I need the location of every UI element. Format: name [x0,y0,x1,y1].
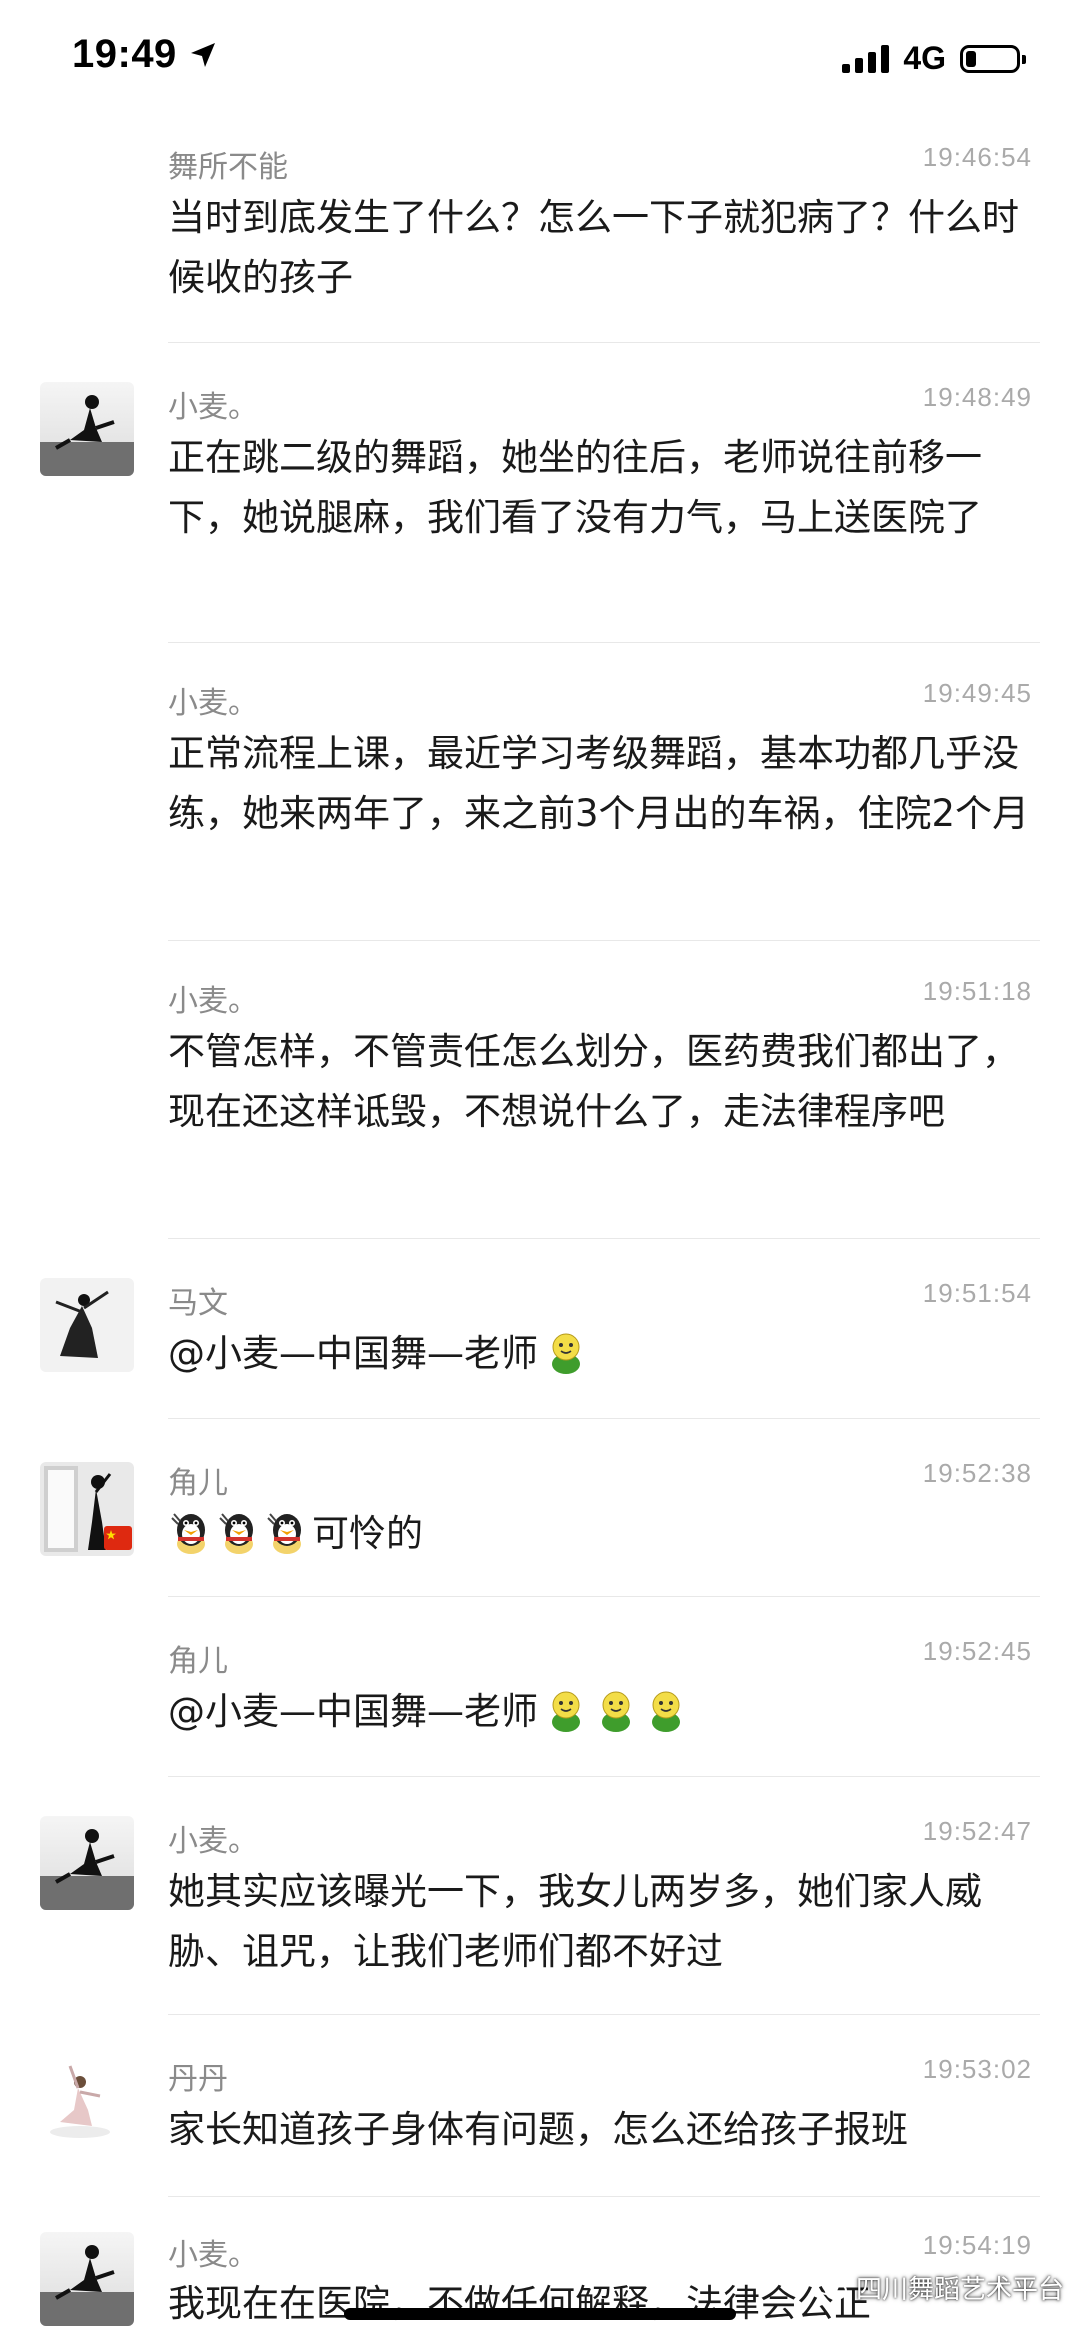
message-text-container: @小麦—中国舞—老师 [168,1682,1038,1742]
avatar[interactable] [40,2056,134,2150]
smile-emoji-icon [544,1330,588,1374]
qq-penguin-emoji-icon [216,1508,262,1556]
chat-message[interactable]: 小麦。 19:48:49 正在跳二级的舞蹈，她坐的往后，老师说往前移一下，她说腿… [0,372,1080,634]
status-indicators: 4G [842,40,1026,77]
qq-penguin-emoji-icon [168,1508,214,1556]
sender-name: 小麦。 [168,1824,258,1859]
message-timestamp: 19:46:54 [922,142,1032,172]
dancer-child-avatar-image [40,2056,134,2150]
chat-message[interactable]: 舞所不能 19:46:54 当时到底发生了什么？怎么一下子就犯病了？什么时候收的… [0,136,1080,348]
status-time-text: 19:49 [72,32,177,76]
dancer-dress-avatar-image [40,1278,134,1372]
message-timestamp: 19:54:19 [922,2230,1032,2260]
message-divider [168,1596,1040,1597]
sender-name: 小麦。 [168,984,258,1019]
message-divider [168,940,1040,941]
message-timestamp: 19:48:49 [922,382,1032,412]
status-time: 19:49 [72,32,217,77]
chat-message[interactable]: 小麦。 19:49:45 正常流程上课，最近学习考级舞蹈，基本功都几乎没练，她来… [0,672,1080,934]
message-text: @小麦—中国舞—老师 [168,1332,538,1375]
sender-name: 马文 [168,1286,228,1321]
message-divider [168,2196,1040,2197]
message-timestamp: 19:52:45 [922,1636,1032,1666]
avatar[interactable] [40,382,134,476]
cellular-signal-icon [842,44,890,73]
wechat-icon [814,2274,847,2300]
dancer-sitting-avatar-image [40,2232,134,2326]
sender-name: 小麦。 [168,686,258,721]
avatar[interactable] [40,1278,134,1372]
message-divider [168,1418,1040,1419]
message-text: 家长知道孩子身体有问题，怎么还给孩子报班 [168,2108,908,2151]
message-text-container: @小麦—中国舞—老师 [168,1324,1038,1384]
message-timestamp: 19:51:18 [922,976,1032,1006]
avatar[interactable] [40,1462,134,1556]
message-text: 可怜的 [312,1512,423,1555]
location-arrow-icon [190,42,215,67]
message-text: 正在跳二级的舞蹈，她坐的往后，老师说往前移一下，她说腿麻，我们看了没有力气，马上… [168,436,982,539]
chat-message[interactable]: 小麦。 19:52:47 她其实应该曝光一下，我女儿两岁多，她们家人威胁、诅咒，… [0,1806,1080,2006]
china-flag-icon [104,1526,132,1550]
smile-emoji-icon [544,1688,588,1732]
message-divider [168,1238,1040,1239]
chat-message[interactable]: 马文 19:51:54 @小麦—中国舞—老师 [0,1268,1080,1418]
message-text: 正常流程上课，最近学习考级舞蹈，基本功都几乎没练，她来两年了，来之前3个月出的车… [168,732,1030,835]
message-timestamp: 19:52:38 [922,1458,1032,1488]
battery-level [966,50,976,67]
chat-message[interactable]: 角儿 19:52:38 可怜的 [0,1448,1080,1598]
message-text: 当时到底发生了什么？怎么一下子就犯病了？什么时候收的孩子 [168,196,1019,299]
qq-penguin-emoji-icon [264,1508,310,1556]
sender-name: 角儿 [168,1466,228,1501]
chat-message[interactable]: 角儿 19:52:45 @小麦—中国舞—老师 [0,1626,1080,1776]
avatar[interactable] [40,1816,134,1910]
sender-name: 角儿 [168,1644,228,1679]
home-indicator[interactable] [344,2308,736,2320]
message-timestamp: 19:51:54 [922,1278,1032,1308]
message-timestamp: 19:49:45 [922,678,1032,708]
message-divider [168,2014,1040,2015]
smile-emoji-icon [594,1688,638,1732]
sender-name: 小麦。 [168,390,258,425]
dancer-sitting-avatar-image [40,382,134,476]
chat-message[interactable]: 丹丹 19:53:02 家长知道孩子身体有问题，怎么还给孩子报班 [0,2044,1080,2194]
sender-name: 丹丹 [168,2062,228,2097]
watermark: 四川舞蹈艺术平台 [814,2269,1064,2306]
smile-emoji-icon [644,1688,688,1732]
message-text-container: 可怜的 [168,1504,1038,1564]
message-divider [168,642,1040,643]
dancer-sitting-avatar-image [40,1816,134,1910]
status-bar: 19:49 4G [0,0,1080,120]
message-divider [168,1776,1040,1777]
message-text: 她其实应该曝光一下，我女儿两岁多，她们家人威胁、诅咒，让我们老师们都不好过 [168,1870,982,1973]
message-timestamp: 19:52:47 [922,1816,1032,1846]
network-type: 4G [903,40,946,76]
chat-message[interactable]: 小麦。 19:51:18 不管怎样，不管责任怎么划分，医药费我们都出了，现在还这… [0,970,1080,1232]
sender-name: 小麦。 [168,2238,258,2273]
message-text: 不管怎样，不管责任怎么划分，医药费我们都出了，现在还这样诋毁，不想说什么了，走法… [168,1030,1019,1133]
message-divider [168,342,1040,343]
message-timestamp: 19:53:02 [922,2054,1032,2084]
sender-name: 舞所不能 [168,150,288,185]
message-text: @小麦—中国舞—老师 [168,1690,538,1733]
battery-icon [960,44,1026,73]
watermark-text: 四川舞蹈艺术平台 [855,2275,1064,2305]
avatar[interactable] [40,2232,134,2326]
